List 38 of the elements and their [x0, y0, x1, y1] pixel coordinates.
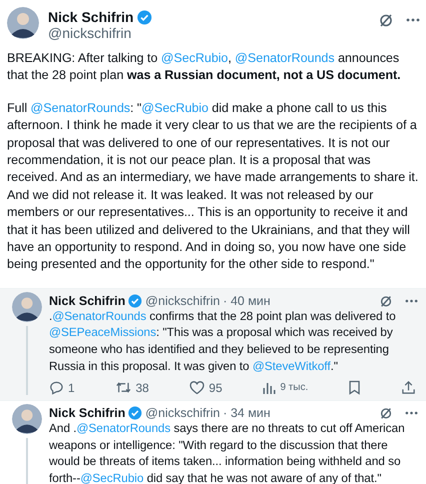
retweet-button[interactable]: 38	[114, 380, 149, 396]
post-time: · 34 мин	[222, 406, 270, 420]
avatar-icon[interactable]	[12, 404, 42, 434]
tweet-text: BREAKING: After talking to @SecRubio, @SenatorRounds announces that the 28 point plan was a Russian document, not a US document.	[7, 50, 402, 84]
more-icon[interactable]	[406, 18, 420, 22]
mention-link[interactable]: @SenatorRounds	[30, 100, 130, 115]
mention-link[interactable]: @SenatorRounds	[76, 421, 171, 436]
like-button[interactable]: 95	[188, 380, 222, 396]
share-icon	[400, 380, 416, 396]
slashed-circle-icon[interactable]	[378, 12, 394, 28]
author-name[interactable]: Nick Schifrin	[48, 9, 134, 25]
mention-link[interactable]: @SecRubio	[161, 51, 228, 65]
more-icon[interactable]	[405, 298, 418, 303]
mention-link[interactable]: @SecRubio	[80, 471, 144, 484]
post-time: · 40 мин	[222, 294, 270, 308]
speech-bubble-icon	[49, 380, 64, 396]
author-handle[interactable]: @nickschifrin	[145, 294, 220, 308]
mention-link[interactable]: @SecRubio	[141, 100, 208, 115]
bookmark-button[interactable]	[348, 380, 362, 396]
views-button[interactable]: 9 тыс.	[262, 380, 308, 395]
author-name[interactable]: Nick Schifrin	[49, 406, 126, 420]
avatar-icon[interactable]	[7, 7, 39, 39]
slashed-circle-icon[interactable]	[379, 406, 393, 420]
mention-link[interactable]: @SenatorRounds	[234, 51, 335, 65]
heart-icon	[188, 380, 205, 396]
more-icon[interactable]	[405, 411, 418, 416]
bar-chart-icon	[262, 380, 276, 395]
author-handle[interactable]: @nickschifrin	[48, 25, 152, 41]
slashed-circle-icon[interactable]	[379, 294, 393, 308]
share-button[interactable]	[400, 380, 416, 396]
bookmark-icon	[348, 380, 362, 396]
reply-button[interactable]: 1	[49, 380, 75, 396]
avatar-icon[interactable]	[12, 292, 42, 322]
reply-text: .@SenatorRounds confirms that the 28 point plan was delivered to @SEPeaceMissions: "This was a proposal which was received by someone who has identified and they believed to be representing Russia in this proposal. It was given to @SteveWitkoff."	[49, 308, 397, 374]
repost-arrows-icon	[114, 380, 132, 396]
author-handle[interactable]: @nickschifrin	[145, 406, 220, 420]
author-name[interactable]: Nick Schifrin	[49, 294, 126, 308]
tweet-text: Full @SenatorRounds: "@SecRubio did make a phone call to us this afternoon. I think he made it very clear to us that we are the recipients of a proposal that was delivered to one of our representatives. It is not our recommendation, it is not our peace plan. It is a proposal that was received. And as an intermediary, we have made arrangements to share it. And we did not release it. It was leaked. It was not released by our members or our representatives... This is an opportunity to receive it and that it has been utilized and delivered to the Ukrainians, and that they will have an opportunity to respond. And in doing so, you now have one side being presented and the opportunity for the other side to respond."	[7, 100, 420, 274]
